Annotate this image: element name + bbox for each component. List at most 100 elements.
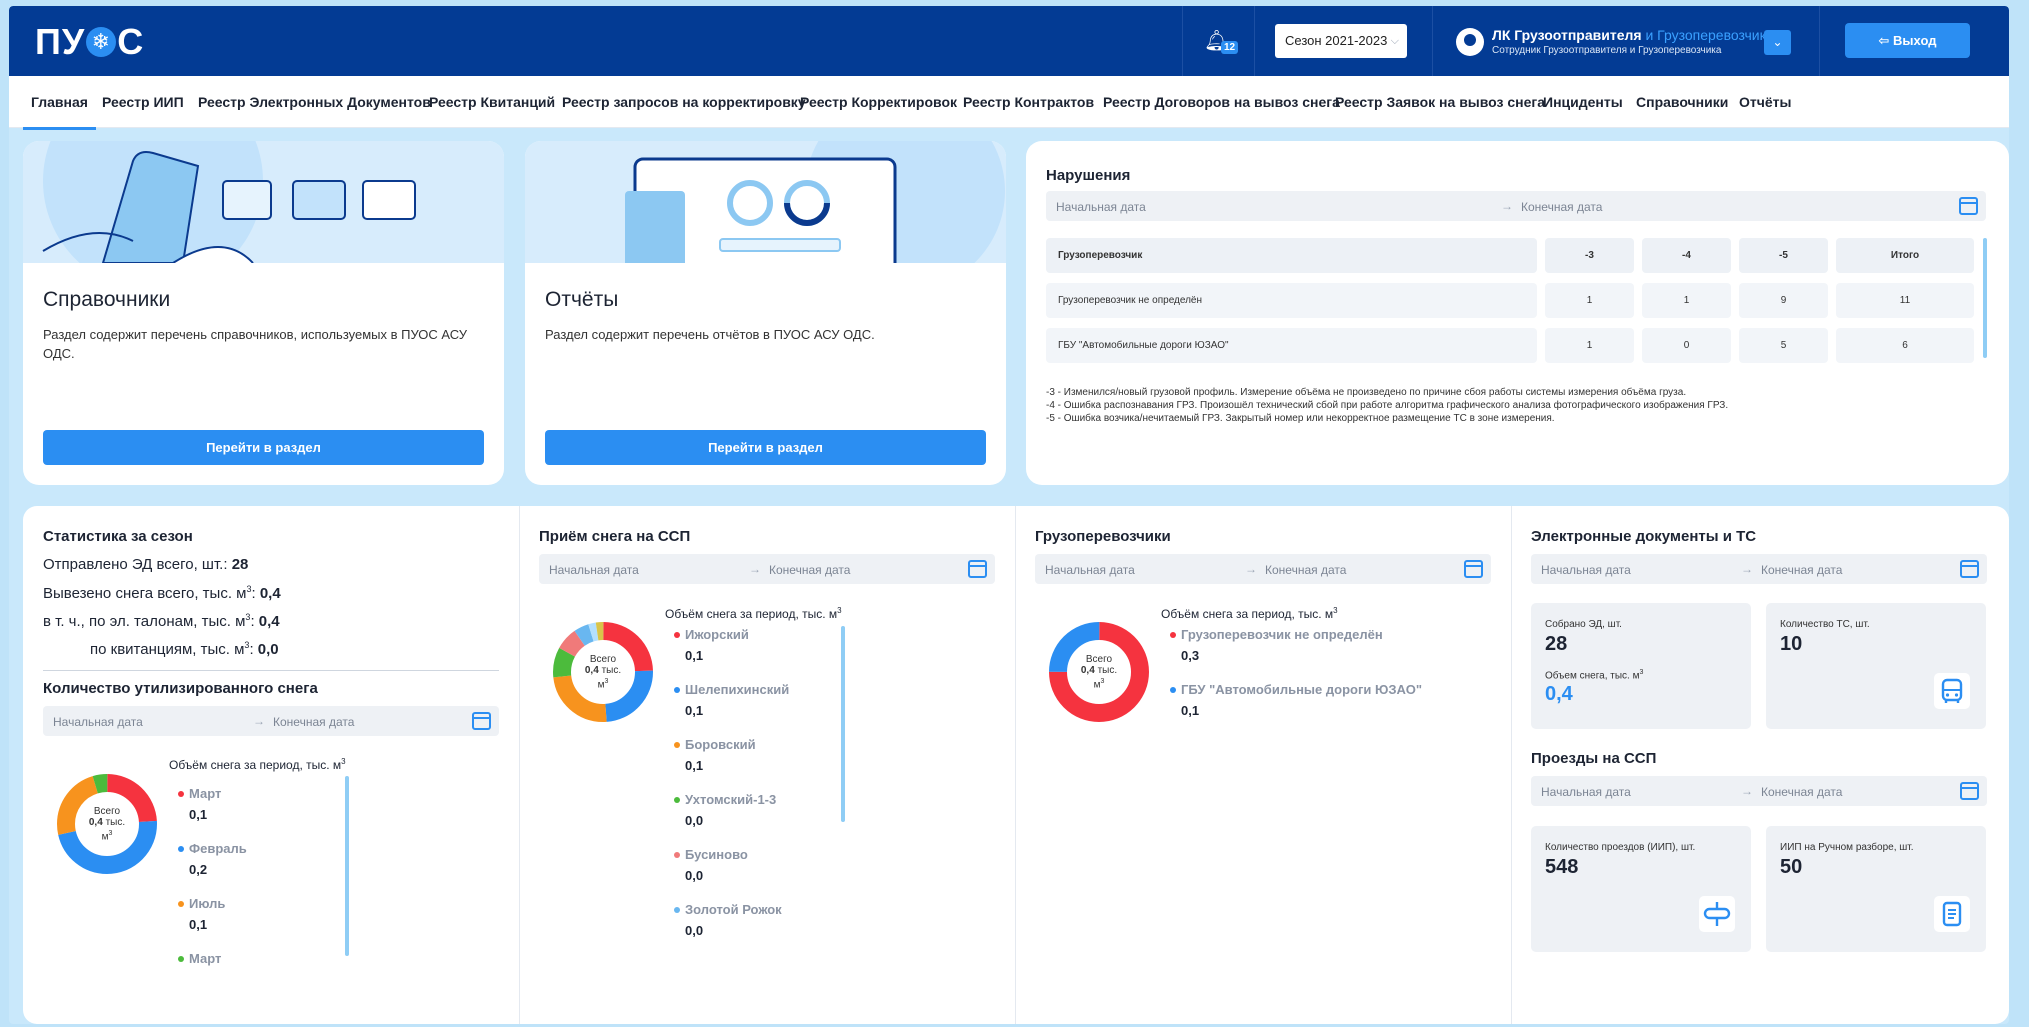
carriers-subtitle: Объём снега за период, тыс. м3 (1161, 606, 1338, 621)
manual-review-kpi: ИИП на Ручном разборе, шт. 50 (1766, 826, 1986, 952)
edocs-title: Электронные документы и ТС (1531, 528, 1757, 545)
nav-item-receipts[interactable]: Реестр Квитанций (429, 94, 555, 110)
calendar-icon[interactable] (1960, 560, 1979, 578)
season-value: Сезон 2021-2023 (1285, 33, 1388, 48)
ssp-subtitle: Объём снега за период, тыс. м3 (665, 606, 842, 621)
carriers-date-range[interactable]: Начальная дата → Конечная дата (1035, 554, 1491, 584)
chevron-down-icon: ⌄ (1772, 35, 1783, 49)
reports-card: Отчёты Раздел содержит перечень отчётов … (525, 141, 1006, 485)
vehicles-kpi: Количество ТС, шт. 10 (1766, 603, 1986, 729)
end-date-input[interactable]: Конечная дата (273, 715, 354, 729)
start-date-input[interactable]: Начальная дата (1541, 785, 1631, 799)
table-scrollbar[interactable] (1983, 238, 1987, 358)
kpi-value: 50 (1780, 856, 1803, 878)
legend-value: 0,2 (189, 862, 208, 877)
season-select[interactable]: Сезон 2021-2023 ⌵ (1275, 24, 1407, 58)
kpi-label: ИИП на Ручном разборе, шт. (1780, 842, 1914, 853)
header-divider (1432, 6, 1433, 76)
nav-item-edocs[interactable]: Реестр Электронных Документов (198, 94, 431, 110)
legend-name: Боровский (685, 737, 756, 752)
nav-item-references[interactable]: Справочники (1636, 94, 1728, 110)
nav-item-reports[interactable]: Отчёты (1739, 94, 1791, 110)
divider (43, 670, 499, 671)
utilized-title: Количество утилизированного снега (43, 680, 318, 697)
legend-dot (674, 852, 680, 858)
reports-title: Отчёты (545, 288, 619, 311)
header-divider (1254, 6, 1255, 76)
legend-dot (178, 901, 184, 907)
table-header-cell: -4 (1642, 238, 1731, 273)
header-divider (1182, 6, 1183, 76)
ssp-legend-scrollbar[interactable] (841, 626, 845, 822)
utilized-legend-scrollbar[interactable] (345, 776, 349, 956)
end-date-input[interactable]: Конечная дата (1265, 563, 1346, 577)
legend-name: Март (189, 951, 222, 966)
violation-note: -5 - Ошибка возчика/нечитаемый ГРЗ. Закр… (1046, 413, 1555, 424)
column-divider (1511, 506, 1512, 1024)
nav-item-corrections[interactable]: Реестр Корректировок (800, 94, 957, 110)
table-cell: ГБУ "Автомобильные дороги ЮЗАО" (1046, 328, 1537, 363)
calendar-icon[interactable] (1959, 197, 1978, 215)
utilized-date-range[interactable]: Начальная дата → Конечная дата (43, 706, 499, 736)
end-date-input[interactable]: Конечная дата (769, 563, 850, 577)
calendar-icon[interactable] (968, 560, 987, 578)
barrier-icon (1699, 896, 1735, 932)
references-title: Справочники (43, 288, 171, 311)
legend-value: 0,1 (685, 703, 704, 718)
legend-dot (674, 687, 680, 693)
kpi-value: 28 (1545, 633, 1568, 655)
nav-item-iip[interactable]: Реестр ИИП (102, 94, 184, 110)
table-header-cell: -5 (1739, 238, 1828, 273)
legend-dot (178, 956, 184, 962)
nav-item-main[interactable]: Главная (23, 94, 96, 130)
arrow-right-icon: → (253, 714, 265, 728)
nav-item-incidents[interactable]: Инциденты (1543, 94, 1623, 110)
calendar-icon[interactable] (1464, 560, 1483, 578)
user-menu-toggle[interactable]: ⌄ (1764, 30, 1791, 55)
references-goto-button[interactable]: Перейти в раздел (43, 430, 484, 465)
end-date-input[interactable]: Конечная дата (1521, 200, 1602, 214)
violations-date-range[interactable]: Начальная дата → Конечная дата (1046, 191, 1986, 221)
passes-date-range[interactable]: Начальная дата → Конечная дата (1531, 776, 1987, 806)
legend-name: Грузоперевозчик не определён (1181, 627, 1383, 642)
arrow-right-icon: → (1741, 784, 1753, 798)
legend-value: 0,1 (189, 807, 208, 822)
nav-item-correction-requests[interactable]: Реестр запросов на корректировку (562, 94, 806, 110)
calendar-icon[interactable] (1960, 782, 1979, 800)
ssp-date-range[interactable]: Начальная дата → Конечная дата (539, 554, 995, 584)
el-tickets-stat: в т. ч., по эл. талонам, тыс. м3: 0,4 (43, 612, 280, 630)
nav-item-contracts[interactable]: Реестр Контрактов (963, 94, 1094, 110)
legend-dot (1170, 632, 1176, 638)
app-logo[interactable]: ПУ ❄ С (35, 21, 144, 62)
logout-icon: ⇦ (1878, 33, 1890, 48)
logout-label: Выход (1893, 33, 1937, 48)
calendar-icon[interactable] (472, 712, 491, 730)
start-date-input[interactable]: Начальная дата (53, 715, 143, 729)
start-date-input[interactable]: Начальная дата (549, 563, 639, 577)
start-date-input[interactable]: Начальная дата (1541, 563, 1631, 577)
table-header-cell: Грузоперевозчик (1046, 238, 1537, 273)
start-date-input[interactable]: Начальная дата (1045, 563, 1135, 577)
app-frame: ПУ ❄ С 🔔︎ 12 Сезон 2021-2023 ⌵ ЛК Грузоотп… (9, 6, 2009, 1024)
legend-value: 0,0 (685, 813, 704, 828)
table-cell: 1 (1545, 283, 1634, 318)
kpi-label: Количество ТС, шт. (1780, 619, 1870, 630)
references-description: Раздел содержит перечень справочников, и… (43, 327, 468, 361)
kpi-label: Количество проездов (ИИП), шт. (1545, 842, 1696, 853)
utilized-subtitle: Объём снега за период, тыс. м3 (169, 757, 346, 772)
nav-item-snow-requests[interactable]: Реестр Заявок на вывоз снега (1335, 94, 1545, 110)
references-illustration (23, 141, 504, 263)
reports-illustration (525, 141, 1006, 263)
legend-dot (1170, 687, 1176, 693)
carriers-title: Грузоперевозчики (1035, 528, 1171, 545)
edocs-date-range[interactable]: Начальная дата → Конечная дата (1531, 554, 1987, 584)
violations-card: Нарушения Начальная дата → Конечная дата… (1026, 141, 2009, 485)
logout-button[interactable]: ⇦ Выход (1845, 23, 1970, 58)
reports-goto-button[interactable]: Перейти в раздел (545, 430, 986, 465)
start-date-input[interactable]: Начальная дата (1056, 200, 1146, 214)
nav-item-snow-agreements[interactable]: Реестр Договоров на вывоз снега (1103, 94, 1340, 110)
column-divider (1015, 506, 1016, 1024)
end-date-input[interactable]: Конечная дата (1761, 563, 1842, 577)
notifications-button[interactable]: 🔔︎ 12 (1204, 28, 1239, 60)
end-date-input[interactable]: Конечная дата (1761, 785, 1842, 799)
